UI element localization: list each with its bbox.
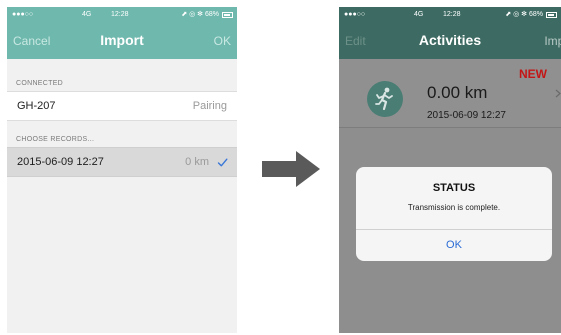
running-person-icon (367, 81, 403, 117)
status-time: 12:28 (443, 11, 461, 18)
section-header-label: CONNECTED (16, 80, 64, 87)
import-screen: ●●●○○ 4G 12:28 ⬈ ◎ ✻ 68% Cancel Import O… (7, 7, 237, 333)
section-header-label: CHOOSE RECORDS... (16, 136, 95, 143)
chevron-right-icon (555, 89, 561, 98)
status-alert-dialog: STATUS Transmission is complete. OK (356, 167, 552, 261)
page-title: Activities (418, 32, 482, 48)
page: ●●●○○ 4G 12:28 ⬈ ◎ ✻ 68% Cancel Import O… (0, 0, 561, 335)
activity-date: 2015-06-09 12:27 (427, 110, 506, 121)
alert-title: STATUS (432, 182, 476, 194)
network-type: 4G (414, 11, 424, 18)
battery-icon (546, 12, 557, 18)
section-header-records: CHOOSE RECORDS... (7, 125, 237, 147)
status-time: 12:28 (111, 11, 129, 18)
device-row[interactable]: GH-207 Pairing (7, 91, 237, 121)
device-status: Pairing (192, 100, 227, 112)
checkmark-icon (217, 158, 228, 167)
status-bar: ●●●○○ 4G 12:28 ⬈ ◎ ✻ 68% (7, 7, 237, 23)
page-title: Import (100, 32, 144, 48)
nav-bar: Edit Activities Impo (339, 23, 561, 59)
alert-message: Transmission is complete. (407, 203, 501, 212)
record-date: 2015-06-09 12:27 (17, 156, 104, 168)
alert-ok-button[interactable]: OK (356, 230, 552, 261)
import-button[interactable]: Impo (544, 34, 561, 48)
battery-icon (222, 12, 233, 18)
new-badge: NEW (519, 67, 547, 81)
status-bar: ●●●○○ 4G 12:28 ⬈ ◎ ✻ 68% (339, 7, 561, 23)
ok-button[interactable]: OK (214, 34, 231, 48)
record-row[interactable]: 2015-06-09 12:27 0 km (7, 147, 237, 177)
activity-distance: 0.00 km (427, 83, 488, 102)
device-name: GH-207 (17, 100, 56, 112)
right-arrow-icon (262, 151, 320, 187)
signal-strength: ●●●○○ (12, 11, 34, 18)
status-indicators: ⬈ ◎ ✻ 68% (505, 11, 543, 18)
nav-bar: Cancel Import OK (7, 23, 237, 59)
section-header-connected: CONNECTED (7, 69, 237, 91)
signal-strength: ●●●○○ (344, 11, 366, 18)
network-type: 4G (82, 11, 92, 18)
activity-item[interactable]: 0.00 km 2015-06-09 12:27 NEW (339, 59, 561, 128)
status-indicators: ⬈ ◎ ✻ 68% (181, 11, 219, 18)
record-distance: 0 km (185, 156, 209, 168)
